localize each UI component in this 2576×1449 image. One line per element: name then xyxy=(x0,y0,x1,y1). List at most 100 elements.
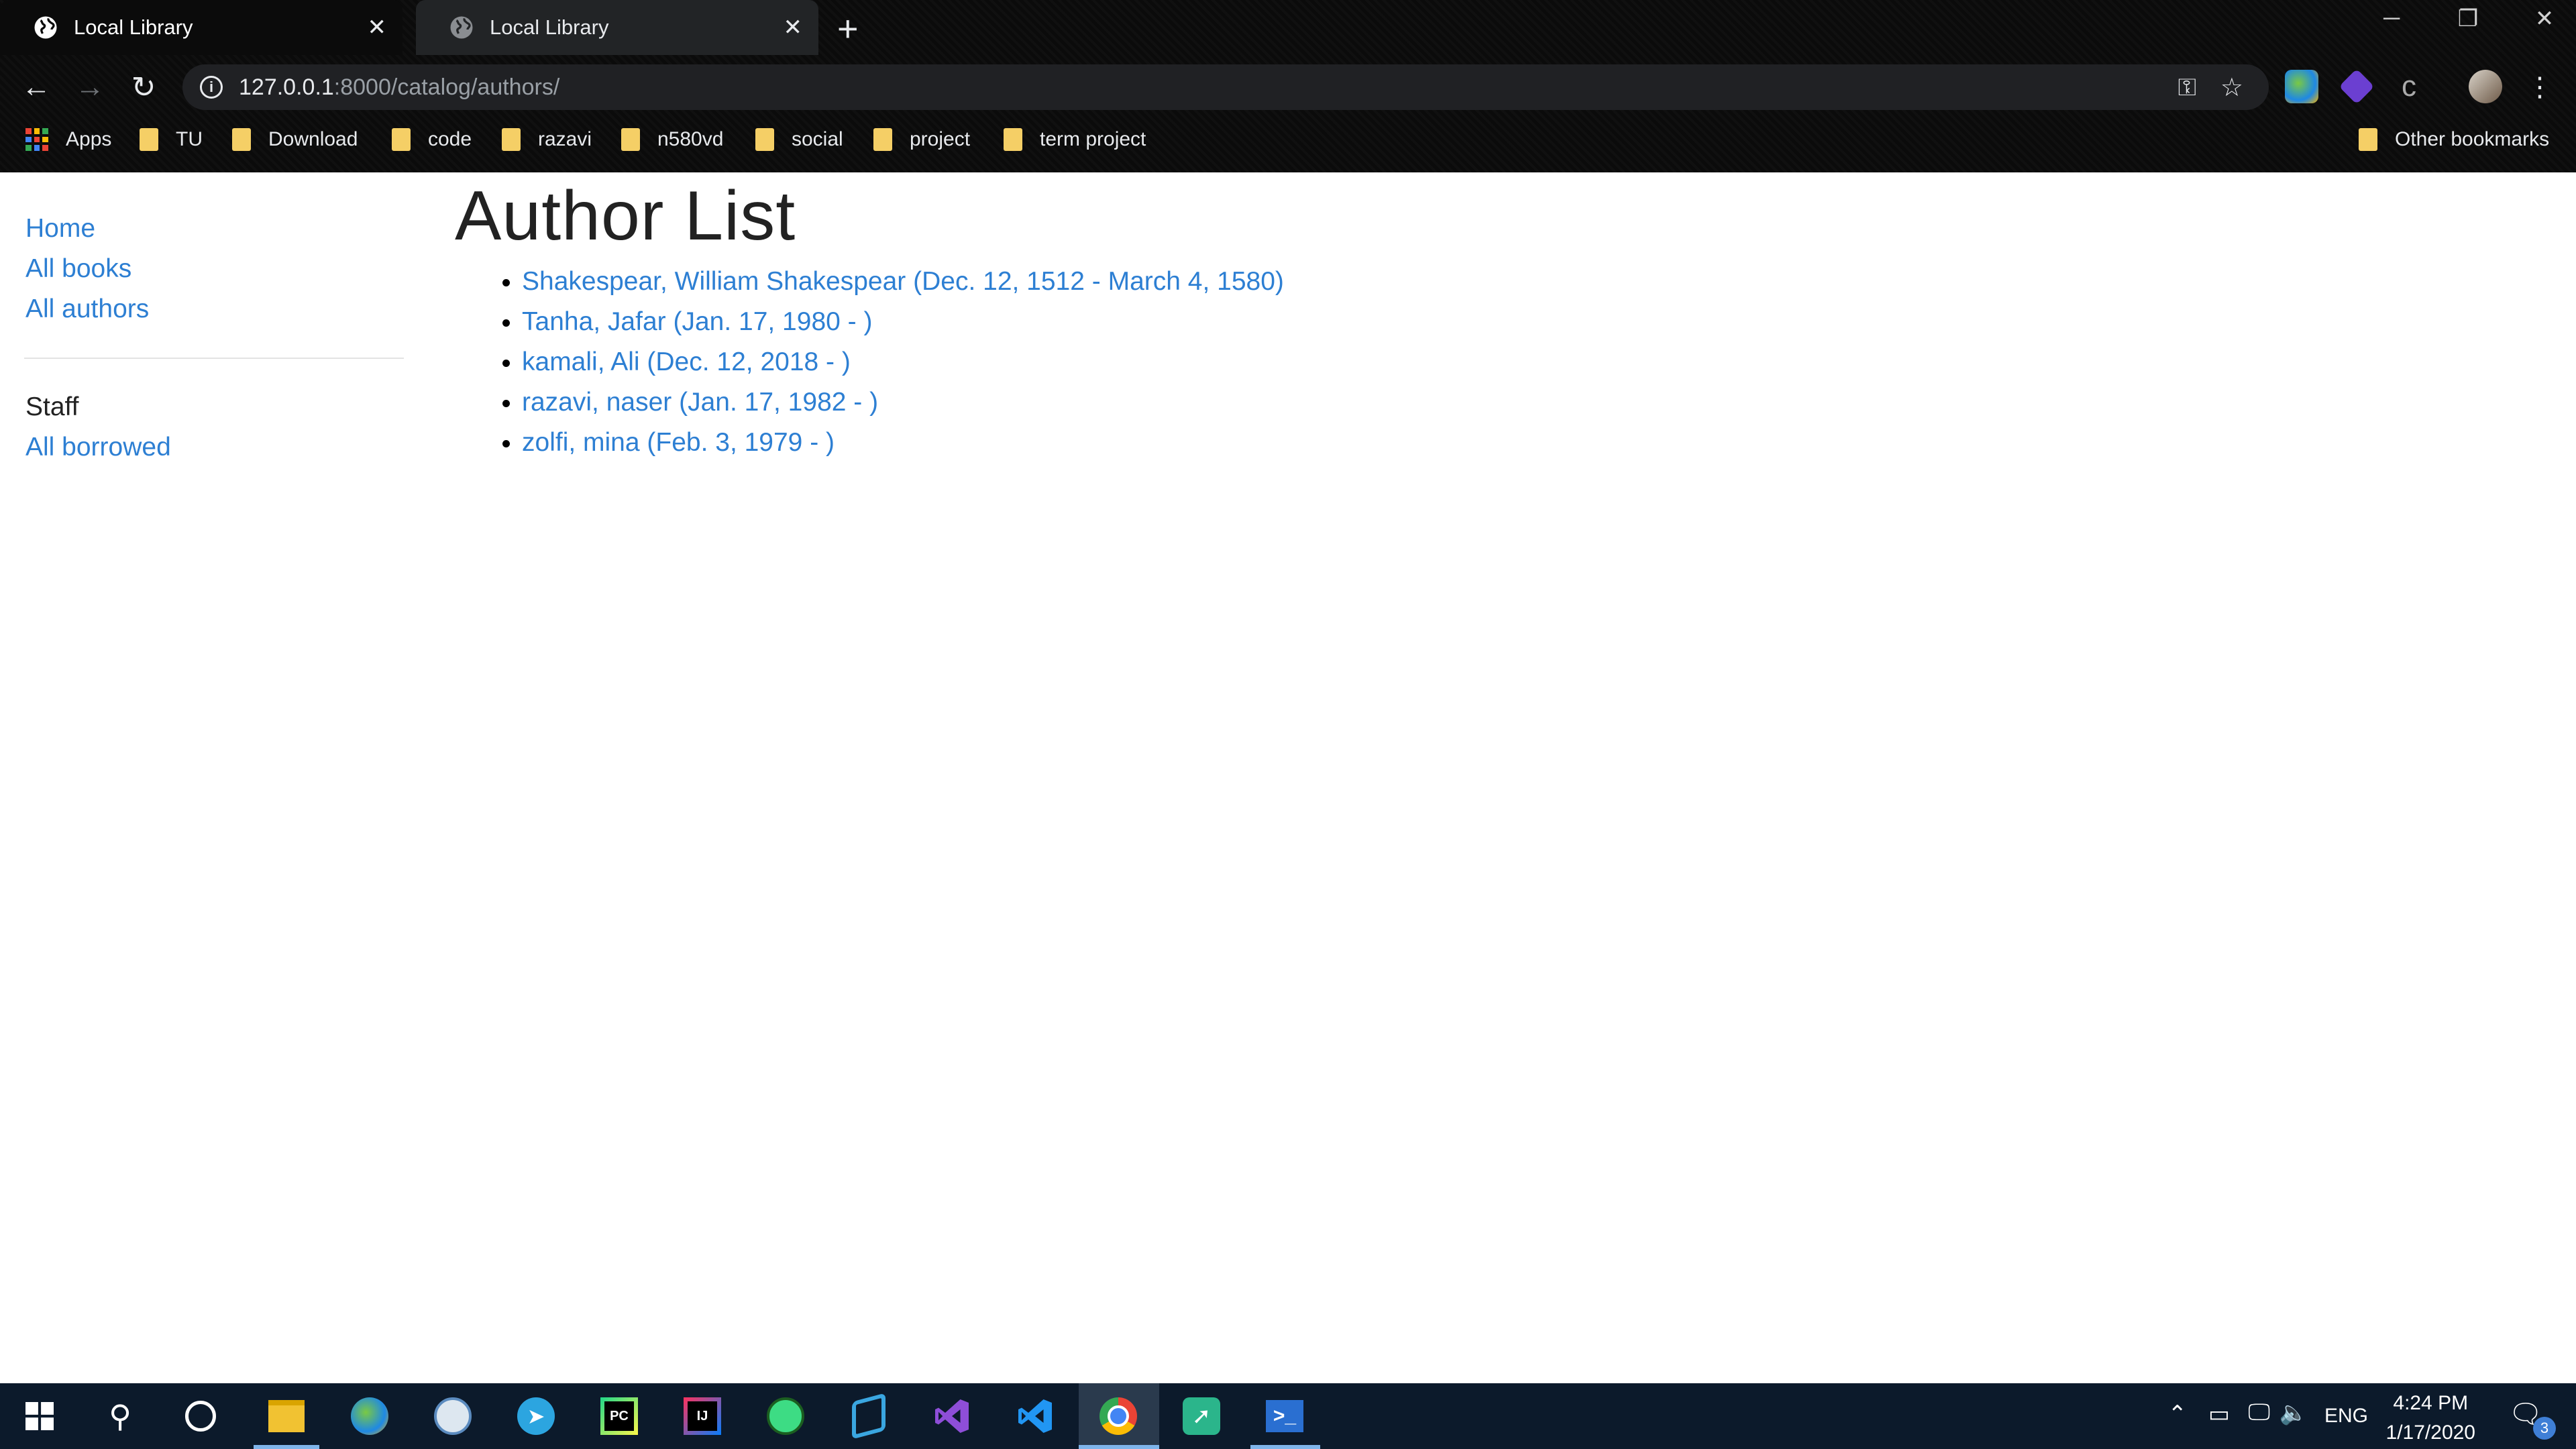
sidebar: Home All books All authors Staff All bor… xyxy=(24,209,405,468)
bookmark-label: Apps xyxy=(66,128,112,150)
extension-c-icon[interactable]: c xyxy=(2392,70,2426,103)
extension-globe-icon[interactable] xyxy=(2285,70,2318,103)
bookmark-label: Download xyxy=(268,128,358,150)
bookmark-label: Other bookmarks xyxy=(2395,128,2550,150)
author-link[interactable]: razavi, naser (Jan. 17, 1982 - ) xyxy=(522,388,878,417)
cortana-icon[interactable] xyxy=(177,1393,224,1440)
folder-icon xyxy=(873,128,892,151)
folder-icon xyxy=(232,128,251,151)
list-item: razavi, naser (Jan. 17, 1982 - ) xyxy=(522,382,1284,423)
site-info-icon[interactable]: i xyxy=(200,76,223,99)
url-path: :8000/catalog/authors/ xyxy=(333,74,560,100)
volume-icon[interactable]: 🔈 xyxy=(2279,1399,2308,1426)
clock[interactable]: 4:24 PM 1/17/2020 xyxy=(2386,1389,2475,1448)
android-studio-icon[interactable] xyxy=(762,1393,809,1440)
file-explorer-icon[interactable] xyxy=(263,1393,310,1440)
key-icon[interactable]: ⚿ xyxy=(2178,73,2196,102)
bookmark-folder-download[interactable]: Download xyxy=(232,128,358,151)
restore-button[interactable]: ❐ xyxy=(2438,5,2498,32)
folder-icon xyxy=(755,128,774,151)
page-title: Author List xyxy=(455,177,796,255)
reload-button[interactable]: ↻ xyxy=(125,68,162,106)
vscode-icon[interactable] xyxy=(1012,1393,1059,1440)
tab-title: Local Library xyxy=(490,15,609,39)
telegram-icon[interactable]: ➤ xyxy=(513,1393,559,1440)
browser-globe-app-icon[interactable] xyxy=(346,1393,393,1440)
running-indicator xyxy=(1250,1445,1320,1449)
address-bar[interactable]: i 127.0.0.1:8000/catalog/authors/ ⚿ ☆ xyxy=(182,64,2269,110)
bookmark-folder-project[interactable]: project xyxy=(873,128,970,151)
language-indicator[interactable]: ENG xyxy=(2324,1405,2368,1428)
bookmark-folder-other[interactable]: Other bookmarks xyxy=(2359,128,2549,151)
sidebar-link-home[interactable]: Home xyxy=(25,209,405,249)
author-link[interactable]: zolfi, mina (Feb. 3, 1979 - ) xyxy=(522,428,835,457)
chevron-up-icon[interactable]: ⌃ xyxy=(2168,1401,2188,1428)
minimize-button[interactable]: ─ xyxy=(2361,5,2422,32)
notification-count-badge: 3 xyxy=(2533,1417,2556,1440)
bookmark-label: social xyxy=(792,128,843,150)
folder-icon xyxy=(392,128,411,151)
author-link[interactable]: Shakespear, William Shakespear (Dec. 12,… xyxy=(522,267,1284,296)
clock-time: 4:24 PM xyxy=(2393,1392,2469,1414)
extension-cube-icon[interactable] xyxy=(2339,68,2375,105)
folder-icon xyxy=(2359,128,2377,151)
visual-studio-icon[interactable] xyxy=(928,1393,975,1440)
sidebar-link-all-books[interactable]: All books xyxy=(25,249,405,289)
close-window-button[interactable]: ✕ xyxy=(2514,5,2575,32)
bookmarks-bar: Apps TU Download code razavi n580vd soci… xyxy=(0,121,2576,158)
bookmark-folder-code[interactable]: code xyxy=(392,128,472,151)
clock-date: 1/17/2020 xyxy=(2385,1421,2475,1444)
globe-icon xyxy=(34,16,57,39)
network-icon[interactable]: 🖵 xyxy=(2248,1399,2270,1426)
avatar[interactable] xyxy=(2469,70,2502,103)
sidebar-link-all-borrowed[interactable]: All borrowed xyxy=(25,427,405,468)
tab-title: Local Library xyxy=(74,15,193,39)
bookmark-folder-social[interactable]: social xyxy=(755,128,843,151)
folder-icon xyxy=(621,128,640,151)
bookmark-folder-razavi[interactable]: razavi xyxy=(502,128,592,151)
unity-hub-icon[interactable] xyxy=(845,1393,892,1440)
globe-icon xyxy=(450,16,473,39)
close-tab-icon[interactable]: ✕ xyxy=(784,14,803,41)
bookmark-apps[interactable]: Apps xyxy=(25,128,111,151)
battery-icon[interactable]: ▭ xyxy=(2208,1401,2230,1428)
sidebar-link-all-authors[interactable]: All authors xyxy=(25,289,405,329)
list-item: zolfi, mina (Feb. 3, 1979 - ) xyxy=(522,423,1284,463)
tab-local-library[interactable]: Local Library ✕ xyxy=(416,0,818,55)
compass-app-icon[interactable] xyxy=(429,1393,476,1440)
folder-icon xyxy=(502,128,521,151)
url-host: 127.0.0.1 xyxy=(239,74,334,100)
windows-start-icon[interactable] xyxy=(16,1393,63,1440)
new-tab-button[interactable]: + xyxy=(837,8,859,50)
bookmark-label: TU xyxy=(176,128,203,150)
main-content: Author List Shakespear, William Shakespe… xyxy=(455,172,1284,463)
back-button[interactable]: ← xyxy=(17,68,55,106)
search-icon[interactable]: ⚲ xyxy=(97,1393,144,1440)
bookmark-label: project xyxy=(910,128,971,150)
close-tab-icon[interactable]: ✕ xyxy=(368,14,387,41)
sidebar-divider xyxy=(24,358,404,359)
powershell-icon[interactable]: >_ xyxy=(1261,1393,1308,1440)
bookmark-folder-n580vd[interactable]: n580vd xyxy=(621,128,723,151)
postman-rocket-icon[interactable]: ➚ xyxy=(1178,1393,1225,1440)
author-link[interactable]: Tanha, Jafar (Jan. 17, 1980 - ) xyxy=(522,307,872,336)
forward-button[interactable]: → xyxy=(71,68,109,106)
menu-kebab-icon[interactable]: ⋮ xyxy=(2521,68,2559,106)
tab-local-library-active[interactable]: Local Library ✕ xyxy=(0,0,402,55)
bookmark-folder-term-project[interactable]: term project xyxy=(1004,128,1146,151)
bookmark-folder-tu[interactable]: TU xyxy=(140,128,203,151)
list-item: Tanha, Jafar (Jan. 17, 1980 - ) xyxy=(522,302,1284,342)
staff-heading: Staff xyxy=(25,392,79,421)
browser-chrome: Local Library ✕ Local Library ✕ + ─ ❐ ✕ … xyxy=(0,0,2576,172)
pycharm-icon[interactable]: PC xyxy=(596,1393,643,1440)
bookmark-star-icon[interactable]: ☆ xyxy=(2220,72,2243,103)
apps-grid-icon xyxy=(25,128,48,151)
page-content: Home All books All authors Staff All bor… xyxy=(0,172,2576,1383)
chrome-icon[interactable] xyxy=(1095,1393,1142,1440)
bookmark-label: term project xyxy=(1040,128,1146,150)
author-list: Shakespear, William Shakespear (Dec. 12,… xyxy=(455,262,1284,463)
intellij-icon[interactable]: IJ xyxy=(679,1393,726,1440)
author-link[interactable]: kamali, Ali (Dec. 12, 2018 - ) xyxy=(522,347,851,376)
bookmark-label: n580vd xyxy=(657,128,724,150)
taskbar: ⚲ ➤ PC IJ ➚ >_ ⌃ ▭ 🖵 🔈 ENG 4:24 PM 1/17/… xyxy=(0,1383,2576,1449)
